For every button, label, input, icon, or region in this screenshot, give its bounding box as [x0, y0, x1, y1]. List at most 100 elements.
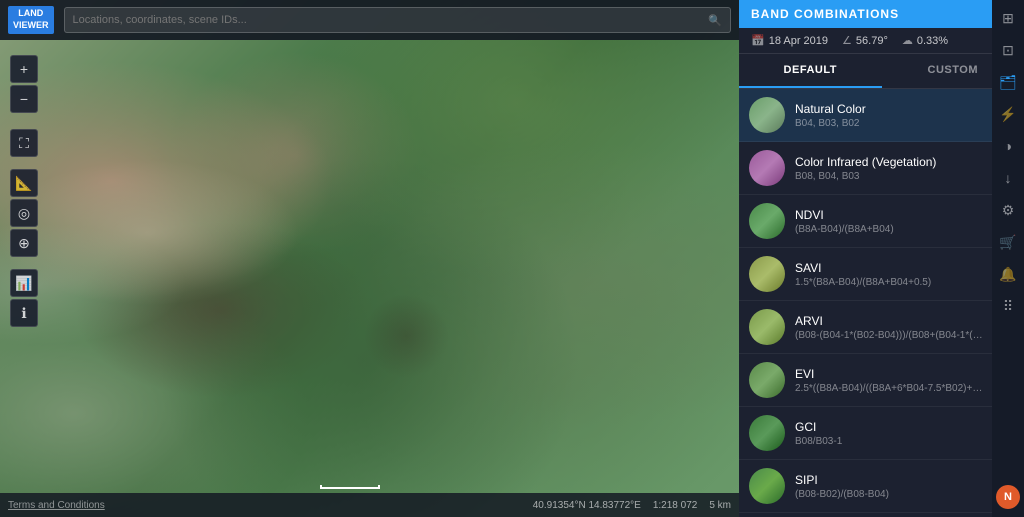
sidebar-stack-icon[interactable]: ⚡ — [994, 100, 1022, 128]
panel-tabs: DEFAULT CUSTOM — [739, 54, 1024, 89]
band-item[interactable]: Natural ColorB04, B03, B02ℹ — [739, 89, 1024, 142]
user-avatar[interactable]: N — [996, 485, 1020, 509]
band-item[interactable]: ARVI (B08-(B04-1*(B02-B04)))/(B08+(B04-1*… — [739, 301, 1024, 354]
zoom-in-button[interactable]: + — [10, 55, 38, 83]
band-name: NDVI — [795, 208, 1003, 222]
band-item[interactable]: GCIB08/B03-1ℹ — [739, 407, 1024, 460]
band-list[interactable]: Natural ColorB04, B03, B02ℹColor Infrare… — [739, 89, 1024, 517]
right-panel: BAND COMBINATIONS › 📅 18 Apr 2019 ∠ 56.7… — [739, 0, 1024, 517]
band-name: Color Infrared (Vegetation) — [795, 155, 1003, 169]
band-name: EVI — [795, 367, 1003, 381]
band-thumbnail — [749, 415, 785, 451]
band-formula: (B08-(B04-1*(B02-B04)))/(B08+(B04-1*(… — [795, 330, 1003, 341]
zoom-out-icon: − — [20, 91, 28, 107]
panel-title: BAND COMBINATIONS — [751, 7, 899, 21]
band-formula: 1.5*(B8A-B04)/(B8A+B04+0.5) — [795, 277, 1003, 288]
band-thumbnail — [749, 468, 785, 504]
bottom-bar: Terms and Conditions 40.91354°N 14.83772… — [0, 493, 739, 517]
angle-value: 56.79° — [856, 35, 888, 47]
scale-line — [320, 485, 380, 489]
band-name: Natural Color — [795, 102, 1003, 116]
right-sidebar: ⊞ ⊡ 🗂 ⚡ ◑ ↓ ⚙ 🛒 🔔 ⠿ N — [992, 0, 1024, 517]
band-info: EVI 2.5*((B8A-B04)/((B8A+6*B04-7.5*B02)+… — [795, 367, 1003, 394]
calendar-icon: 📅 — [751, 34, 765, 47]
band-name: SAVI — [795, 261, 1003, 275]
map-background — [0, 0, 739, 517]
band-name: GCI — [795, 420, 1003, 434]
logo-box: LAND VIEWER — [8, 6, 54, 33]
band-formula: B08, B04, B03 — [795, 171, 1003, 182]
band-thumbnail — [749, 97, 785, 133]
scale-bar — [320, 485, 380, 489]
band-formula: B04, B03, B02 — [795, 118, 1003, 129]
band-thumbnail — [749, 256, 785, 292]
zoom-out-button[interactable]: − — [10, 85, 38, 113]
info-icon: ℹ — [21, 305, 26, 322]
band-formula: (B08-B02)/(B08-B04) — [795, 489, 1003, 500]
band-info: Color Infrared (Vegetation) B08, B04, B03 — [795, 155, 1003, 182]
band-item[interactable]: NBR(B8A-B12)/(B8A+B12)ℹ — [739, 513, 1024, 517]
location-button[interactable]: ⊕ — [10, 229, 38, 257]
logo-line2: VIEWER — [13, 20, 49, 32]
sidebar-grid-icon[interactable]: ⠿ — [994, 292, 1022, 320]
scale-distance-label: 5 km — [709, 500, 731, 511]
chart-icon: 📊 — [15, 275, 32, 292]
band-item[interactable]: SIPI(B08-B02)/(B08-B04)ℹ — [739, 460, 1024, 513]
logo-line1: LAND — [13, 8, 49, 20]
band-item[interactable]: SAVI1.5*(B8A-B04)/(B8A+B04+0.5)ℹ — [739, 248, 1024, 301]
sidebar-cart-icon[interactable]: 🛒 — [994, 228, 1022, 256]
band-info: ARVI (B08-(B04-1*(B02-B04)))/(B08+(B04-1*… — [795, 314, 1003, 341]
search-input[interactable] — [73, 14, 705, 26]
logo[interactable]: LAND VIEWER — [8, 6, 54, 33]
band-info: Natural Color B04, B03, B02 — [795, 102, 1003, 129]
chart-button[interactable]: 📊 — [10, 269, 38, 297]
sidebar-contrast-icon[interactable]: ◑ — [994, 132, 1022, 160]
band-name: SIPI — [795, 473, 1003, 487]
band-formula: (B8A-B04)/(B8A+B04) — [795, 224, 1003, 235]
location-icon: ⊕ — [18, 235, 30, 252]
map-controls: + − ⛶ 📐 ◎ ⊕ 📊 ℹ — [10, 55, 38, 327]
compass-icon: ◎ — [18, 205, 30, 222]
measure-icon: 📐 — [15, 175, 32, 192]
date-meta: 📅 18 Apr 2019 — [751, 34, 828, 47]
band-formula: 2.5*((B8A-B04)/((B8A+6*B04-7.5*B02)+… — [795, 383, 1003, 394]
info-button[interactable]: ℹ — [10, 299, 38, 327]
fullscreen-button[interactable]: ⛶ — [10, 129, 38, 157]
date-value: 18 Apr 2019 — [769, 35, 828, 47]
compass-button[interactable]: ◎ — [10, 199, 38, 227]
map-container[interactable]: LAND VIEWER 🔍 + − ⛶ 📐 ◎ ⊕ — [0, 0, 739, 517]
search-bar[interactable]: 🔍 — [64, 7, 731, 33]
sidebar-download-icon[interactable]: ↓ — [994, 164, 1022, 192]
scale-value: 1:218 072 — [653, 500, 698, 511]
band-name: ARVI — [795, 314, 1003, 328]
terms-link[interactable]: Terms and Conditions — [8, 500, 105, 511]
band-thumbnail — [749, 203, 785, 239]
sidebar-crop-icon[interactable]: ⊡ — [994, 36, 1022, 64]
band-item[interactable]: EVI 2.5*((B8A-B04)/((B8A+6*B04-7.5*B02)+…… — [739, 354, 1024, 407]
cloud-meta: ☁ 0.33% — [902, 34, 948, 47]
zoom-in-icon: + — [20, 61, 28, 77]
band-info: SAVI 1.5*(B8A-B04)/(B8A+B04+0.5) — [795, 261, 1003, 288]
sidebar-layers-icon[interactable]: ⊞ — [994, 4, 1022, 32]
band-info: GCI B08/B03-1 — [795, 420, 1003, 447]
fullscreen-icon: ⛶ — [19, 135, 29, 152]
tab-default[interactable]: DEFAULT — [739, 54, 882, 88]
band-formula: B08/B03-1 — [795, 436, 1003, 447]
angle-icon: ∠ — [842, 34, 852, 47]
search-icon: 🔍 — [708, 14, 722, 27]
band-item[interactable]: NDVI(B8A-B04)/(B8A+B04)ℹ — [739, 195, 1024, 248]
angle-meta: ∠ 56.79° — [842, 34, 888, 47]
band-item[interactable]: Color Infrared (Vegetation) B08, B04, B03… — [739, 142, 1024, 195]
cloud-icon: ☁ — [902, 34, 913, 47]
navbar: LAND VIEWER 🔍 — [0, 0, 739, 40]
band-thumbnail — [749, 150, 785, 186]
band-thumbnail — [749, 362, 785, 398]
coordinates-display: 40.91354°N 14.83772°E — [533, 500, 641, 511]
band-thumbnail — [749, 309, 785, 345]
sidebar-settings-icon[interactable]: ⚙ — [994, 196, 1022, 224]
measure-button[interactable]: 📐 — [10, 169, 38, 197]
band-info: NDVI (B8A-B04)/(B8A+B04) — [795, 208, 1003, 235]
sidebar-notification-icon[interactable]: 🔔 — [994, 260, 1022, 288]
band-info: SIPI (B08-B02)/(B08-B04) — [795, 473, 1003, 500]
sidebar-image-icon[interactable]: 🗂 — [994, 68, 1022, 96]
